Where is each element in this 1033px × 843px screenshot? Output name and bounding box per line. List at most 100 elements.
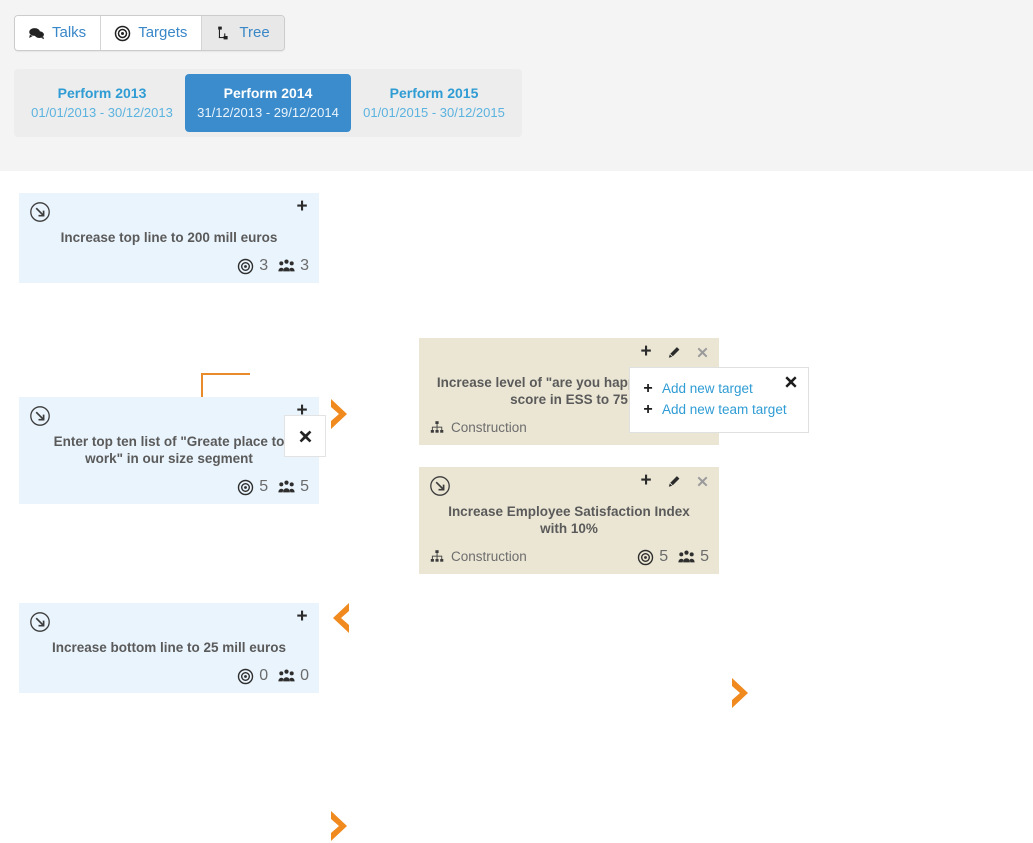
card-toolbar: + [29, 401, 309, 431]
team-count-value: 5 [700, 548, 709, 565]
card-toolbar: + [29, 607, 309, 637]
tab-tree[interactable]: Tree [202, 16, 284, 50]
bullseye-icon [237, 668, 254, 685]
card-org-label: Construction [451, 549, 527, 564]
drill-down-arrow-icon[interactable] [29, 611, 51, 633]
bullseye-icon [237, 258, 254, 275]
menu-item-label: Add new team target [662, 402, 787, 417]
period-perform-2015[interactable]: Perform 2015 01/01/2015 - 30/12/2015 [351, 74, 517, 132]
target-card-esi-index[interactable]: + Increase Employee Satisfaction Index w… [419, 467, 719, 574]
card-footer: Construction 5 5 [429, 544, 709, 566]
card-counts: 3 3 [237, 257, 309, 275]
card-actions: + [639, 342, 709, 361]
expand-right-chevron-card-5[interactable] [728, 676, 754, 710]
target-count-value: 5 [259, 478, 269, 495]
tab-talks[interactable]: Talks [15, 16, 102, 50]
card-footer: 0 0 [29, 663, 309, 685]
collapse-left-chevron-card-2[interactable] [327, 601, 353, 635]
card-org-label: Construction [451, 420, 527, 435]
card-title: Enter top ten list of "Greate place to w… [53, 434, 285, 466]
menu-close-icon[interactable] [783, 374, 799, 390]
sitemap-icon [215, 25, 232, 42]
card-actions: + [295, 607, 309, 626]
target-count: 0 [237, 667, 268, 685]
card-toolbar: + [429, 471, 709, 501]
objective-card-bottom-line[interactable]: + Increase bottom line to 25 mill euros … [19, 603, 319, 693]
team-count: 0 [278, 667, 309, 685]
period-name: Perform 2014 [223, 85, 313, 101]
add-icon[interactable]: + [295, 197, 309, 216]
sitemap-icon [429, 549, 445, 565]
card-footer: 3 3 [29, 253, 309, 275]
tab-targets-label: Targets [138, 24, 188, 41]
menu-item-add-new-team-target[interactable]: + Add new team target [642, 399, 796, 420]
bullseye-icon [237, 479, 254, 496]
target-count-value: 5 [659, 548, 669, 565]
period-name: Perform 2013 [57, 85, 147, 101]
card-title: Increase Employee Satisfaction Index wit… [448, 504, 690, 536]
target-count-value: 3 [259, 257, 269, 274]
target-count: 3 [237, 257, 268, 275]
add-icon: + [643, 400, 653, 418]
objective-card-top-line[interactable]: + Increase top line to 200 mill euros 3 [19, 193, 319, 283]
add-icon[interactable]: + [295, 607, 309, 626]
menu-item-add-new-target[interactable]: + Add new target [642, 378, 796, 399]
team-count: 5 [678, 548, 709, 566]
period-range: 31/12/2013 - 29/12/2014 [197, 105, 339, 120]
bullseye-icon [114, 25, 131, 42]
add-target-menu: + Add new target + Add new team target [629, 367, 809, 433]
period-perform-2014[interactable]: Perform 2014 31/12/2013 - 29/12/2014 [185, 74, 351, 132]
team-count-value: 0 [300, 667, 309, 684]
comments-icon [28, 25, 45, 42]
collapse-close-button-card-2[interactable] [284, 415, 326, 457]
people-icon [278, 479, 295, 496]
card-title: Increase top line to 200 mill euros [60, 230, 278, 245]
menu-item-label: Add new target [662, 381, 753, 396]
top-tab-bar: Talks Targets Tree [0, 0, 1033, 64]
card-toolbar: + [29, 197, 309, 227]
delete-close-icon[interactable] [695, 344, 709, 360]
target-count: 5 [237, 478, 268, 496]
edit-pencil-icon[interactable] [667, 473, 681, 489]
team-count-value: 5 [300, 478, 309, 495]
objective-card-top-ten[interactable]: + Enter top ten list of "Greate place to… [19, 397, 319, 504]
delete-close-icon[interactable] [695, 473, 709, 489]
card-footer: 5 5 [29, 474, 309, 496]
drill-down-arrow-icon[interactable] [29, 201, 51, 223]
card-org: Construction [429, 548, 527, 566]
period-selector: Perform 2013 01/01/2013 - 30/12/2013 Per… [14, 69, 522, 137]
tree-canvas: + Increase top line to 200 mill euros 3 [0, 171, 1033, 841]
drill-down-arrow-icon[interactable] [29, 405, 51, 427]
add-icon: + [643, 379, 653, 397]
period-perform-2013[interactable]: Perform 2013 01/01/2013 - 30/12/2013 [19, 74, 185, 132]
tab-talks-label: Talks [52, 24, 87, 41]
card-title: Increase bottom line to 25 mill euros [51, 640, 287, 655]
tab-tree-label: Tree [239, 24, 270, 41]
people-icon [678, 549, 695, 566]
people-icon [278, 668, 295, 685]
team-count-value: 3 [300, 257, 309, 274]
card-actions: + [295, 197, 309, 216]
card-counts: 5 5 [237, 478, 309, 496]
team-count: 5 [278, 478, 309, 496]
add-icon[interactable]: + [639, 342, 653, 361]
close-icon [297, 428, 314, 445]
team-count: 3 [278, 257, 309, 275]
expand-right-chevron-card-3[interactable] [327, 809, 353, 843]
period-selector-area: Perform 2013 01/01/2013 - 30/12/2013 Per… [0, 64, 1033, 171]
card-org: Construction [429, 419, 527, 437]
card-counts: 5 5 [637, 548, 709, 566]
edit-pencil-icon[interactable] [667, 344, 681, 360]
add-icon[interactable]: + [639, 471, 653, 490]
card-actions: + [639, 471, 709, 490]
period-range: 01/01/2013 - 30/12/2013 [31, 105, 173, 120]
expand-right-chevron-card-1[interactable] [327, 397, 353, 431]
target-count: 5 [637, 548, 668, 566]
period-name: Perform 2015 [389, 85, 479, 101]
period-range: 01/01/2015 - 30/12/2015 [363, 105, 505, 120]
target-count-value: 0 [259, 667, 269, 684]
people-icon [278, 258, 295, 275]
tab-targets[interactable]: Targets [101, 16, 203, 50]
drill-down-arrow-icon[interactable] [429, 475, 451, 497]
tab-group: Talks Targets Tree [14, 15, 285, 51]
